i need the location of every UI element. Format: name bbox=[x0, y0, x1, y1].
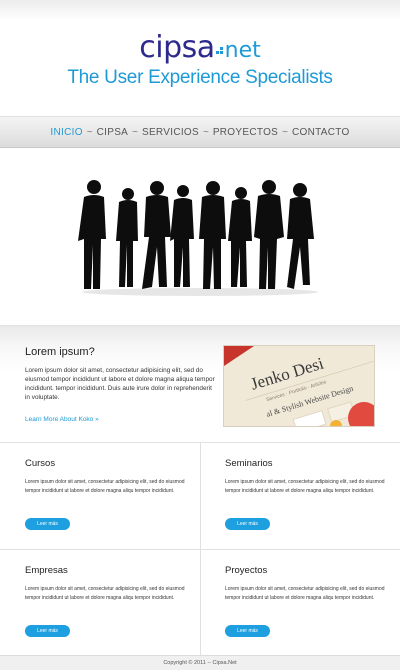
hero-banner bbox=[0, 149, 400, 325]
nav-separator: ~ bbox=[132, 127, 138, 138]
footer: Copyright © 2011 -- Cipsa.Net bbox=[0, 655, 400, 670]
box-title: Cursos bbox=[25, 458, 56, 469]
feature-text: Lorem ipsum dolor sit amet, consectetur … bbox=[25, 367, 215, 401]
leer-mas-button[interactable]: Leer más bbox=[225, 518, 270, 530]
box-title: Seminarios bbox=[225, 458, 273, 469]
logo-main-text: cipsa bbox=[139, 30, 215, 65]
box-seminarios: Seminarios Lorem ipsum dolor sit amet, c… bbox=[200, 443, 400, 550]
box-cursos: Cursos Lorem ipsum dolor sit amet, conse… bbox=[0, 443, 200, 550]
tagline: The User Experience Specialists bbox=[67, 67, 333, 88]
logo-net-text: net bbox=[224, 38, 261, 63]
grid-divider-horizontal bbox=[0, 549, 400, 550]
nav-separator: ~ bbox=[202, 127, 209, 138]
business-people-silhouettes-image bbox=[78, 180, 318, 296]
main-nav: INICIO ~ CIPSA ~ SERVICIOS ~ PROYECTOS ~ CONTACT… bbox=[0, 116, 400, 148]
box-title: Proyectos bbox=[225, 565, 268, 576]
nav-separator: ~ bbox=[282, 127, 288, 138]
learn-more-link[interactable]: Learn More About Koko » bbox=[25, 416, 99, 423]
nav-item-inicio[interactable]: INICIO bbox=[50, 127, 82, 138]
box-title: Empresas bbox=[25, 565, 68, 576]
website-design-preview-image: Jenko Desi Services · Portfolio · Articl… bbox=[224, 346, 374, 426]
box-text: Lorem ipsum dolor sit amet, consectetur … bbox=[225, 479, 385, 494]
box-text: Lorem ipsum dolor sit amet, consectetur … bbox=[225, 586, 385, 601]
logo-dots-icon bbox=[215, 39, 225, 57]
box-proyectos: Proyectos Lorem ipsum dolor sit amet, co… bbox=[200, 550, 400, 657]
logo[interactable]: cipsa net bbox=[0, 30, 400, 65]
box-text: Lorem ipsum dolor sit amet, consectetur … bbox=[25, 479, 185, 494]
site-header: cipsa net The User Experience Specialists bbox=[0, 0, 400, 116]
box-empresas: Empresas Lorem ipsum dolor sit amet, con… bbox=[0, 550, 200, 657]
box-text: Lorem ipsum dolor sit amet, consectetur … bbox=[25, 586, 185, 601]
nav-separator: ~ bbox=[86, 127, 93, 138]
portfolio-thumbnail[interactable]: Jenko Desi Services · Portfolio · Articl… bbox=[223, 345, 375, 427]
leer-mas-button[interactable]: Leer más bbox=[225, 625, 270, 637]
nav-item-proyectos[interactable]: PROYECTOS bbox=[213, 127, 278, 138]
feature-title: Lorem ipsum? bbox=[25, 346, 95, 358]
nav-item-contacto[interactable]: CONTACTO bbox=[292, 127, 350, 138]
leer-mas-button[interactable]: Leer más bbox=[25, 625, 70, 637]
leer-mas-button[interactable]: Leer más bbox=[25, 518, 70, 530]
nav-item-servicios[interactable]: SERVICIOS bbox=[142, 127, 199, 138]
copyright-text: Copyright © 2011 -- Cipsa.Net bbox=[163, 660, 237, 666]
feature-section: Lorem ipsum? Lorem ipsum dolor sit amet,… bbox=[0, 325, 400, 443]
nav-item-cipsa[interactable]: CIPSA bbox=[97, 127, 129, 138]
